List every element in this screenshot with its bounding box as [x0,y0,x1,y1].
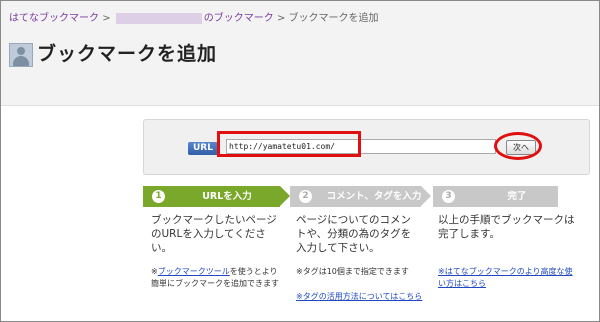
step-number: 2 [299,190,312,203]
bookmark-tool-note: ※ブックマークツールを使うとより簡単にブックマークを追加できます [151,266,283,290]
advanced-usage-link[interactable]: ※はてなブックマークのより高度な使い方はこちら [438,267,573,288]
main-content: URL http://yamatetu01.com/ 次へ 1 URLを入力 2… [1,106,599,321]
page-title: ブックマークを追加 [37,43,218,65]
breadcrumb-username-redacted [115,12,202,24]
step-3-complete: 3 完了 [433,186,558,207]
step-1-url: 1 URLを入力 [143,186,290,207]
breadcrumb-root-link[interactable]: はてなブックマーク [9,13,99,24]
bookmark-tool-link[interactable]: ブックマークツール [158,267,230,276]
tag-limit-note: ※タグは10個まで指定できます [296,267,409,276]
step-number: 3 [442,190,455,203]
step-3-description: 以上の手順でブックマークは完了します。 [438,214,575,240]
user-avatar-icon [9,43,33,67]
url-form-box: URL http://yamatetu01.com/ 次へ [143,119,590,175]
step-1-description: ブックマークしたいページのURLを入力してください。 [151,214,277,254]
url-input[interactable]: http://yamatetu01.com/ [226,139,491,154]
step-label: コメント、タグを入力 [326,191,422,202]
step-label: URLを入力 [202,191,252,202]
breadcrumb-user-link[interactable]: のブックマーク [204,13,274,24]
next-button[interactable]: 次へ [506,140,536,155]
breadcrumb-current: ブックマークを追加 [288,13,379,24]
step-label: 完了 [507,191,527,202]
tag-usage-link[interactable]: ※タグの活用方法についてはこちら [296,292,422,301]
tag-usage-note: ※タグの活用方法についてはこちら [296,291,426,303]
breadcrumb: はてなブックマーク > のブックマーク > ブックマークを追加 [9,9,379,24]
breadcrumb-separator: > [276,13,286,24]
note-prefix: ※ [151,267,158,276]
url-label: URL [188,142,218,155]
page-header: はてなブックマーク > のブックマーク > ブックマークを追加 ブックマークを追… [1,1,599,106]
step-number: 1 [152,190,165,203]
advanced-usage-note: ※はてなブックマークのより高度な使い方はこちら [438,266,578,290]
step-2-description: ページについてのコメントや、分類の為のタグを入力して下さい。 [296,214,412,254]
page-frame: はてなブックマーク > のブックマーク > ブックマークを追加 ブックマークを追… [0,0,600,322]
breadcrumb-separator: > [102,13,111,24]
step-2-comment-tag: 2 コメント、タグを入力 [290,186,431,207]
